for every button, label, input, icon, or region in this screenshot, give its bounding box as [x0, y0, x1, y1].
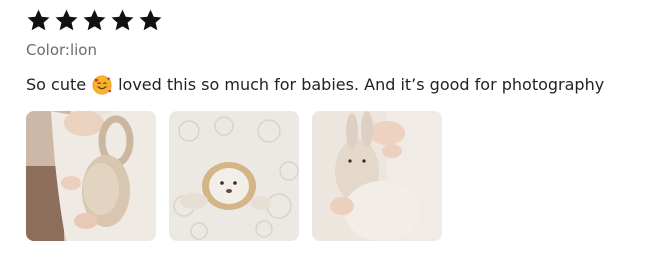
- star-icon: [82, 8, 107, 33]
- smiling-face-with-hearts-icon: [92, 75, 112, 95]
- review-text-part-1: So cute: [26, 75, 87, 94]
- review-text-part-2: loved this so much for babies. And it’s …: [118, 75, 605, 94]
- star-icon: [138, 8, 163, 33]
- review-photo-3[interactable]: [312, 111, 442, 241]
- review-photo-1[interactable]: [26, 111, 156, 241]
- star-icon: [110, 8, 135, 33]
- review-photo-2[interactable]: [169, 111, 299, 241]
- star-icon: [54, 8, 79, 33]
- review-card: Color:lion So cute loved this so much fo…: [26, 6, 646, 96]
- variant-label: Color:lion: [26, 41, 97, 59]
- review-text: So cute loved this so much for babies. A…: [26, 74, 646, 96]
- star-icon: [26, 8, 51, 33]
- review-photos: [26, 111, 442, 241]
- star-rating: [26, 6, 646, 34]
